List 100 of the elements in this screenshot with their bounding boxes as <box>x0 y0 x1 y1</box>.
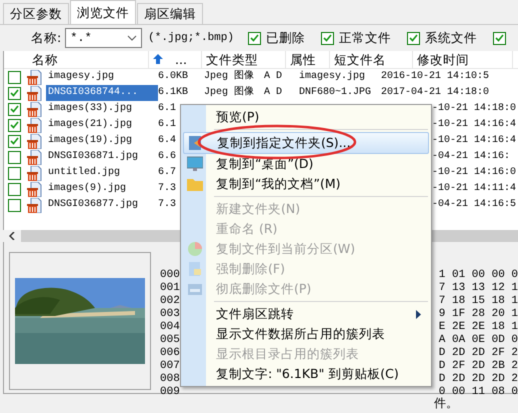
menu-item[interactable]: 复制到“我的文档”(M) <box>183 174 429 194</box>
sort-column-header[interactable]: ... <box>149 51 202 68</box>
short-name-cell-text: DNF680~1.JPG <box>298 86 372 100</box>
column-header[interactable]: 属性 <box>286 51 330 68</box>
date-cell-text: -04-21 14:16: <box>432 150 512 164</box>
row-checkbox[interactable] <box>8 182 21 196</box>
hex-bytes: 7 18 15 18 1 <box>438 295 518 308</box>
size-cell-text: 7.3 <box>158 198 178 212</box>
offset-label: 003 <box>160 308 180 321</box>
size-cell-text: 7.3 <box>158 182 178 196</box>
file-name-cell[interactable]: images(9).jpg <box>46 181 158 197</box>
size-cell-text: 6.1 <box>158 118 178 132</box>
size-cell-text: 6.0KB <box>158 70 190 84</box>
folder-icon <box>187 176 203 192</box>
deleted-file-icon <box>27 134 42 148</box>
offset-label: 002 <box>160 295 180 308</box>
name-filter-combo[interactable]: *.* <box>65 28 142 48</box>
row-checkbox[interactable] <box>8 118 21 132</box>
menu-item[interactable]: 复制文字: "6.1KB" 到剪贴板(C) <box>183 364 429 384</box>
chevron-left-icon <box>9 232 15 240</box>
deleted-file-icon <box>27 198 42 212</box>
deleted-file-icon <box>27 102 42 116</box>
checkbox[interactable] <box>493 32 506 44</box>
size-cell-text: 6.1 <box>158 102 178 116</box>
tab[interactable]: 扇区编辑 <box>137 3 203 24</box>
date-cell-text: -10-21 14:11:4 <box>432 182 518 196</box>
offset-label: 005 <box>160 334 180 347</box>
date-cell-text: -10-21 14:16:0 <box>432 166 518 180</box>
date-cell-text: -10-21 14:18:0 <box>432 102 518 116</box>
pie-chart-icon <box>187 241 203 257</box>
deleted-file-icon <box>27 182 42 196</box>
checkbox[interactable] <box>321 32 334 44</box>
attribute-cell-text: A D <box>263 86 284 100</box>
date-cell-text: 2017-04-21 14:18:0 <box>380 86 490 100</box>
column-header[interactable]: 短文件名 <box>330 51 413 68</box>
offset-label: 008 <box>160 373 180 386</box>
checkbox-label: 正常文件 <box>339 30 391 46</box>
chevron-down-icon <box>127 35 138 41</box>
deleted-file-icon <box>27 150 42 164</box>
row-checkbox[interactable] <box>8 166 21 180</box>
offset-label: 004 <box>160 321 180 334</box>
column-header[interactable]: 名称 <box>4 51 149 68</box>
menu-item[interactable]: 显示文件数据所占用的簇列表 <box>183 324 429 344</box>
offset-label: 006 <box>160 347 180 360</box>
extension-hint: (*.jpg;*.bmp) <box>148 32 234 44</box>
checkbox[interactable] <box>248 32 261 44</box>
row-checkbox[interactable] <box>8 198 21 212</box>
offset-label: 001 <box>160 282 180 295</box>
checkbox[interactable] <box>407 32 420 44</box>
hex-bytes: A 0A 0E 0D 0 <box>438 334 518 347</box>
size-cell-text: 6.7 <box>158 166 178 180</box>
file-name-cell[interactable]: untitled.jpg <box>46 165 158 181</box>
file-name-cell[interactable]: imagesy.jpg <box>46 69 158 85</box>
menu-item[interactable]: 复制到指定文件夹(S)... <box>183 132 429 154</box>
drive-icon <box>187 281 203 297</box>
deleted-file-icon <box>27 118 42 132</box>
hex-bytes: D 2F 2D 2B 2 <box>438 360 518 373</box>
file-icon <box>187 261 203 277</box>
offset-label: 007 <box>160 360 180 373</box>
checkbox-label: 系统文件 <box>425 30 477 46</box>
column-header[interactable]: 修改时间 <box>413 51 513 68</box>
hex-bytes: 7 13 13 12 1 <box>438 282 518 295</box>
size-cell-text: 6.4 <box>158 134 178 148</box>
offset-label: 000 <box>160 269 180 282</box>
row-checkbox[interactable] <box>8 134 21 148</box>
sort-up-arrow-icon <box>153 54 163 64</box>
checkbox-label: 已删除 <box>266 30 305 46</box>
row-checkbox[interactable] <box>8 150 21 164</box>
name-label: 名称: <box>31 30 62 46</box>
size-cell-text: 6.1KB <box>158 86 190 100</box>
file-name-cell[interactable]: images(33).jpg <box>46 101 158 117</box>
hex-bytes: 1 01 00 00 0 <box>438 269 518 282</box>
short-name-cell-text: imagesy.jpg <box>298 70 366 84</box>
deleted-file-icon <box>27 166 42 180</box>
tab[interactable]: 浏览文件 <box>70 0 136 24</box>
hex-bytes: E 2E 2E 18 1 <box>438 321 518 334</box>
file-name-cell[interactable]: images(19).jpg <box>46 133 158 149</box>
file-name-cell[interactable]: DNSGI036877.jpg <box>46 197 158 213</box>
type-cell-text: Jpeg 图像 <box>203 69 256 84</box>
date-cell-text: 2016-10-21 14:10:5 <box>380 70 490 84</box>
row-checkbox[interactable] <box>8 70 21 84</box>
monitor-icon <box>187 156 203 172</box>
file-name-cell[interactable]: DNSGI036871.jpg <box>46 149 158 165</box>
file-name-cell[interactable]: images(21).jpg <box>46 117 158 133</box>
menu-item[interactable]: 文件扇区跳转 <box>183 304 429 324</box>
row-checkbox[interactable] <box>8 86 21 100</box>
date-cell-text: -04-21 14:16:5 <box>432 198 518 212</box>
file-name-cell[interactable]: DNSGI0368744... <box>46 85 158 101</box>
row-checkbox[interactable] <box>8 102 21 116</box>
type-cell-text: Jpeg 图像 <box>203 85 256 100</box>
menu-item[interactable]: 预览(P) <box>183 107 429 127</box>
tab[interactable]: 分区参数 <box>3 3 69 24</box>
column-header[interactable]: 文件类型 <box>202 51 286 68</box>
date-cell-text: -10-21 14:16:4 <box>432 118 518 132</box>
attribute-cell-text: A D <box>263 70 284 84</box>
deleted-file-icon <box>27 86 42 100</box>
date-cell-text: -10-21 14:16:4 <box>432 134 518 148</box>
hex-bytes: D 2D 2D 2D 2 <box>438 373 518 386</box>
hex-bytes: D 2D 2D 2F 2 <box>438 347 518 360</box>
size-cell-text: 6.6 <box>158 150 178 164</box>
